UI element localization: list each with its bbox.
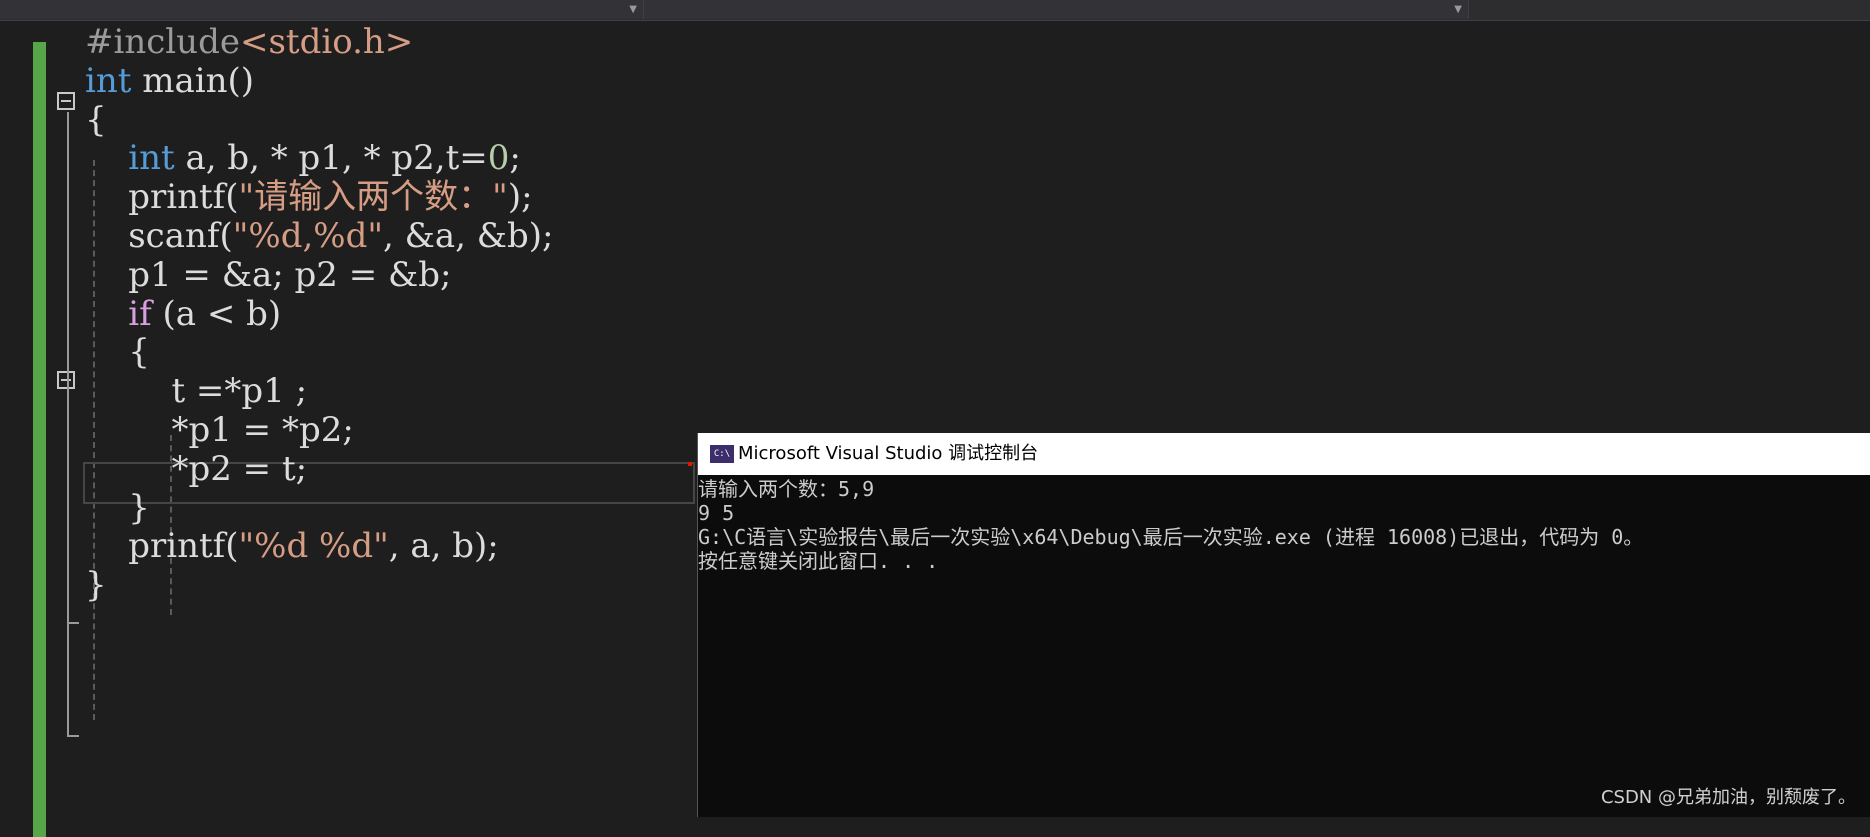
watermark: CSDN @兄弟加油，别颓废了。 xyxy=(1601,783,1856,809)
code-token: , a, b); xyxy=(389,526,499,566)
code-line[interactable]: printf("%d %d", a, b); xyxy=(85,523,499,569)
code-token: #include xyxy=(85,22,240,62)
code-line[interactable]: } xyxy=(85,562,107,608)
console-output-line: 按任意键关闭此窗口. . . xyxy=(698,549,1870,573)
console-output-line: 请输入两个数：5,9 xyxy=(698,477,1870,501)
code-token: } xyxy=(85,565,107,605)
scope-dropdown[interactable]: ▼ xyxy=(0,0,644,19)
code-token: int xyxy=(128,138,174,178)
code-token: t =*p1 ; xyxy=(85,371,307,411)
outline-end xyxy=(67,735,79,737)
collapse-main-icon[interactable] xyxy=(57,92,75,110)
code-token: "%d,%d" xyxy=(233,216,383,256)
chevron-down-icon[interactable]: ▼ xyxy=(1454,4,1462,15)
code-token xyxy=(85,294,128,334)
chevron-down-icon[interactable]: ▼ xyxy=(629,4,637,15)
console-titlebar[interactable]: C:\ Microsoft Visual Studio 调试控制台 xyxy=(698,433,1870,475)
code-token: { xyxy=(85,332,150,372)
code-token: , &a, &b); xyxy=(383,216,554,256)
console-app-icon: C:\ xyxy=(710,445,734,463)
console-output-line: 9 5 xyxy=(698,501,1870,525)
code-token: "请输入两个数：" xyxy=(239,177,508,217)
code-token: printf( xyxy=(85,177,239,217)
code-token: { xyxy=(85,100,107,140)
code-token: a, b, * p1, * p2,t= xyxy=(175,138,488,178)
code-token: p1 = &a; p2 = &b; xyxy=(85,255,452,295)
code-token: int xyxy=(85,61,131,101)
console-title: Microsoft Visual Studio 调试控制台 xyxy=(738,433,1038,475)
code-line[interactable]: int main() xyxy=(85,58,254,104)
code-token: ; xyxy=(509,138,520,178)
cursor-marker xyxy=(688,462,692,466)
code-token: } xyxy=(85,488,150,528)
code-token: 0 xyxy=(488,138,510,178)
code-token: if xyxy=(128,294,151,334)
outline-line xyxy=(67,112,69,736)
code-token: ); xyxy=(508,177,533,217)
outline-if-end xyxy=(67,622,79,624)
code-token xyxy=(85,138,128,178)
code-token: printf( xyxy=(85,526,239,566)
debug-console-window[interactable]: C:\ Microsoft Visual Studio 调试控制台 请输入两个数… xyxy=(697,433,1870,817)
code-token: main() xyxy=(131,61,254,101)
change-tracking-bar xyxy=(33,42,46,837)
code-token: *p1 = *p2; xyxy=(85,410,354,450)
member-dropdown[interactable]: ▼ xyxy=(644,0,1469,19)
code-token: *p2 = t; xyxy=(85,449,307,489)
code-token: (a < b) xyxy=(152,294,281,334)
collapse-if-icon[interactable] xyxy=(57,371,75,389)
navigation-bar: ▼ ▼ xyxy=(0,0,1870,21)
code-token: scanf( xyxy=(85,216,233,256)
code-token: "%d %d" xyxy=(239,526,389,566)
console-output-line: G:\C语言\实验报告\最后一次实验\x64\Debug\最后一次实验.exe … xyxy=(698,525,1870,549)
code-token: <stdio.h> xyxy=(240,22,413,62)
